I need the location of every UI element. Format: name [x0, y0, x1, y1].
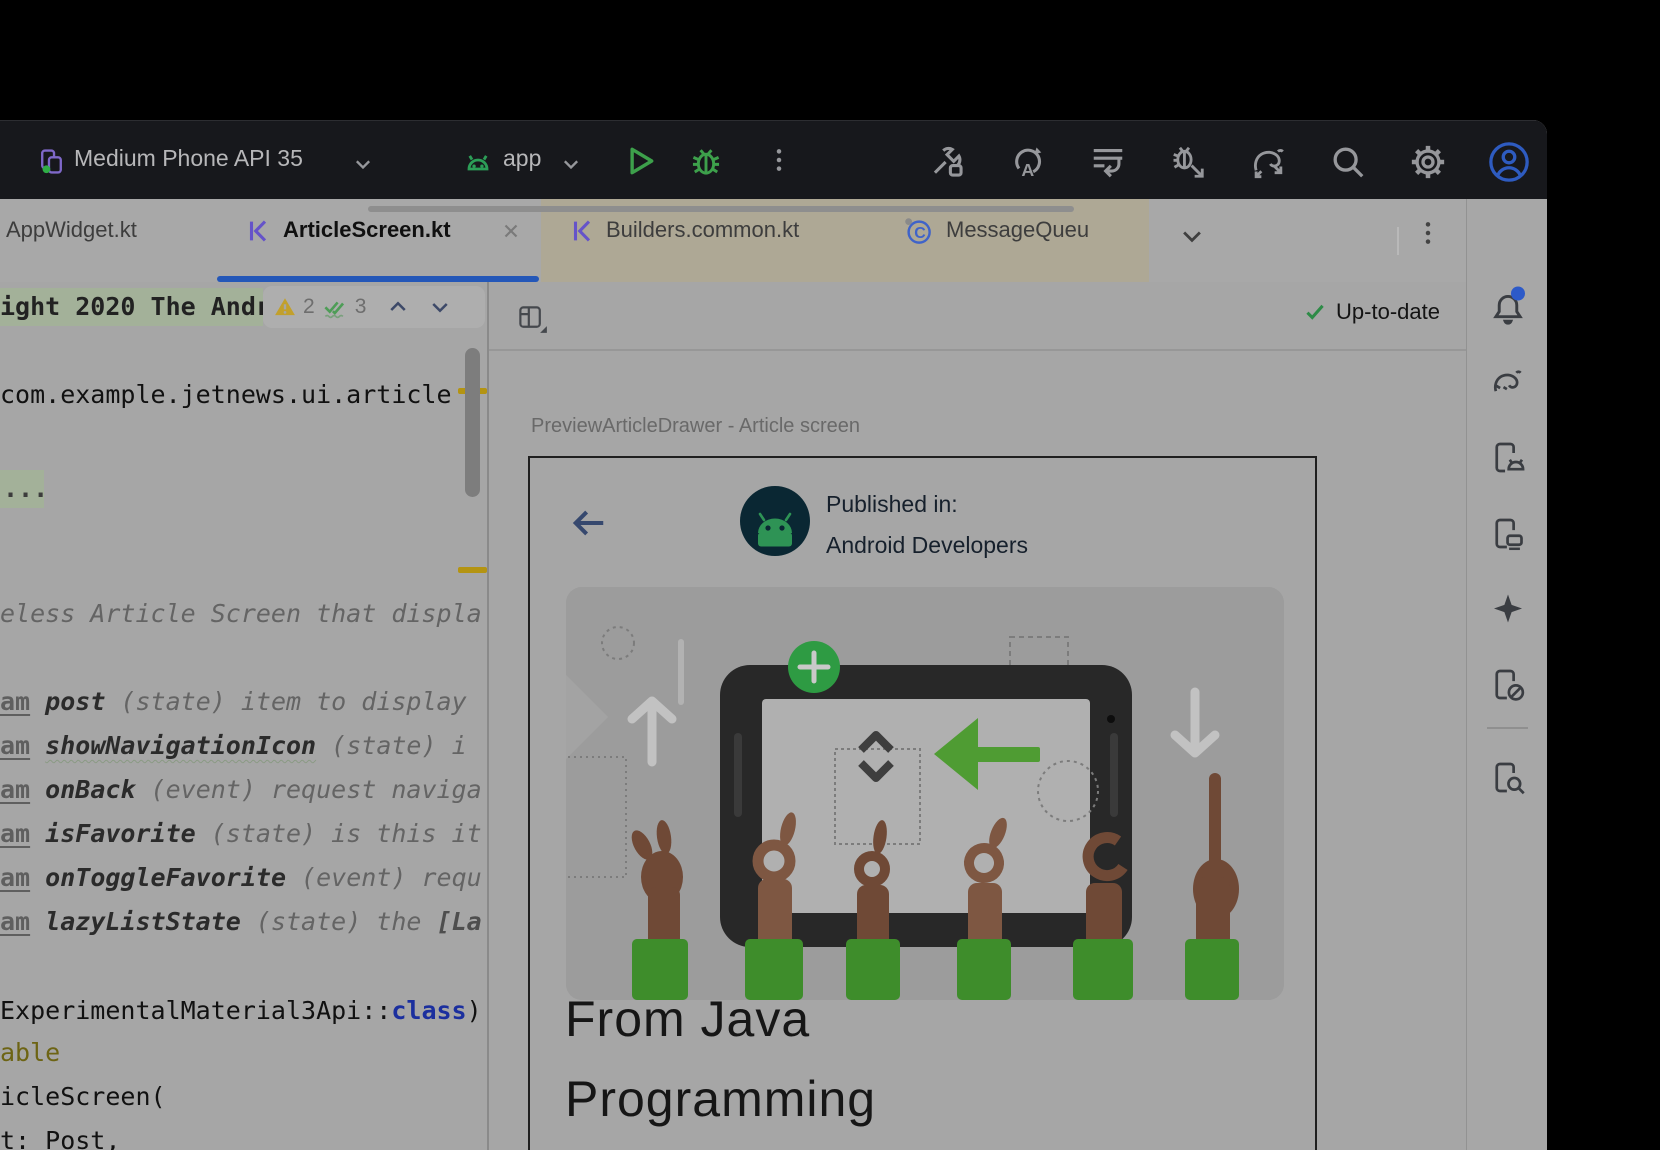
android-icon [463, 148, 493, 178]
tab-articlescreen[interactable]: ArticleScreen.kt [283, 217, 451, 243]
code-line-kdoc: am lazyListState (state) the [La [0, 907, 482, 937]
class-icon: C [903, 216, 933, 246]
profile-icon[interactable] [1487, 140, 1531, 184]
svg-text:C: C [914, 225, 926, 242]
folded-imports[interactable]: ... [3, 474, 48, 504]
compose-preview-panel: Up-to-date PreviewArticleDrawer - Articl… [487, 282, 1466, 1150]
chevron-down-icon[interactable] [1178, 222, 1206, 250]
toolbar-separator [1397, 227, 1399, 255]
main-toolbar: Medium Phone API 35 app [0, 120, 1547, 200]
svg-text:A: A [1021, 160, 1034, 180]
device-selector[interactable]: Medium Phone API 35 [74, 145, 303, 172]
chevron-up-icon[interactable] [386, 295, 410, 319]
code-line-annotation: able [0, 1038, 60, 1068]
more-vertical-icon[interactable] [1413, 218, 1443, 248]
build-status-text: Up-to-date [1336, 299, 1440, 325]
warning-icon [273, 295, 297, 319]
build-status: Up-to-date [1304, 299, 1440, 325]
check-icon [1304, 301, 1326, 323]
article-hero-image [566, 587, 1284, 1000]
tool-window-stripe [1466, 199, 1547, 1150]
search-icon[interactable] [1329, 143, 1367, 181]
code-line-comment: eless Article Screen that displa [0, 599, 482, 629]
build-icon[interactable] [929, 143, 967, 181]
published-in-label: Published in: [826, 491, 958, 518]
notification-badge [1510, 286, 1526, 302]
publisher-name: Android Developers [826, 532, 1028, 559]
chevron-down-icon[interactable] [428, 295, 452, 319]
code-line-kdoc: am isFavorite (state) is this it [0, 819, 482, 849]
more-vertical-icon[interactable] [764, 145, 794, 175]
code-editor[interactable]: ight 2020 The Andr 2 3 com.example.jetne… [0, 282, 487, 1150]
preview-toolbar: Up-to-date [489, 282, 1466, 351]
code-line-kdoc: am showNavigationIcon (state) i [0, 731, 467, 761]
device-mirroring-icon[interactable] [1490, 667, 1526, 708]
gradle-sync-icon[interactable] [1249, 143, 1287, 181]
device-manager-icon[interactable] [1490, 516, 1526, 557]
article-title-line2: Programming [565, 1070, 876, 1128]
code-line-package: com.example.jetnews.ui.article [0, 380, 452, 410]
gemini-star-icon[interactable] [1491, 592, 1525, 631]
tab-strip-scrollbar[interactable] [368, 206, 1074, 212]
back-arrow-icon[interactable] [570, 504, 608, 542]
run-button[interactable] [622, 143, 658, 179]
kotlin-icon [245, 218, 271, 244]
screen: Medium Phone API 35 app [0, 0, 1660, 1150]
ok-count: 3 [355, 295, 367, 319]
stripe-divider [1487, 727, 1528, 729]
debug-button[interactable] [688, 143, 724, 179]
code-line-kdoc: am onToggleFavorite (event) requ [0, 863, 482, 893]
gradle-icon[interactable] [1490, 364, 1526, 405]
app-inspection-icon[interactable] [1490, 760, 1526, 801]
layout-mode-icon[interactable] [517, 304, 544, 331]
code-line: ight 2020 The Andr [0, 292, 271, 322]
settings-icon[interactable] [1409, 143, 1447, 181]
code-line-kdoc: am post (state) item to display [0, 687, 467, 717]
kotlin-icon [569, 218, 595, 244]
warning-count: 2 [303, 295, 315, 319]
tab-messagequeue[interactable]: MessageQueu [946, 217, 1089, 243]
editor-scrollbar[interactable] [465, 348, 480, 497]
ide-window: Medium Phone API 35 app [0, 120, 1547, 1150]
device-icon [38, 148, 65, 175]
inspections-widget[interactable]: 2 3 [263, 286, 485, 328]
code-line-parameter: t: Post, [0, 1126, 120, 1150]
apply-changes-icon[interactable]: A [1009, 143, 1047, 181]
publisher-avatar [740, 486, 810, 556]
notifications-bell-icon[interactable] [1490, 292, 1526, 333]
chevron-down-icon[interactable] [352, 153, 374, 175]
close-icon[interactable] [500, 220, 522, 242]
chevron-down-icon[interactable] [560, 153, 582, 175]
tab-builders-common[interactable]: Builders.common.kt [606, 217, 799, 243]
code-line-optin: ExperimentalMaterial3Api::class) [0, 996, 482, 1026]
editor-tab-bar: AppWidget.kt ArticleScreen.kt Builders.c… [0, 199, 1466, 282]
code-line-kdoc: am onBack (event) request naviga [0, 775, 482, 805]
apply-code-changes-icon[interactable] [1089, 143, 1127, 181]
run-configuration-selector[interactable]: app [503, 145, 541, 172]
preview-name-label[interactable]: PreviewArticleDrawer - Article screen [531, 415, 860, 438]
tab-appwidget[interactable]: AppWidget.kt [6, 217, 137, 243]
code-line-function: icleScreen( [0, 1082, 166, 1112]
ok-check-icon [321, 293, 349, 321]
article-title-line1: From Java [565, 990, 810, 1048]
article-preview[interactable]: Published in: Android Developers [528, 456, 1317, 1150]
running-devices-icon[interactable] [1490, 440, 1526, 481]
tab-label-fade [1104, 209, 1149, 254]
attach-debugger-icon[interactable] [1169, 143, 1207, 181]
warning-stripe-mark [458, 567, 487, 573]
